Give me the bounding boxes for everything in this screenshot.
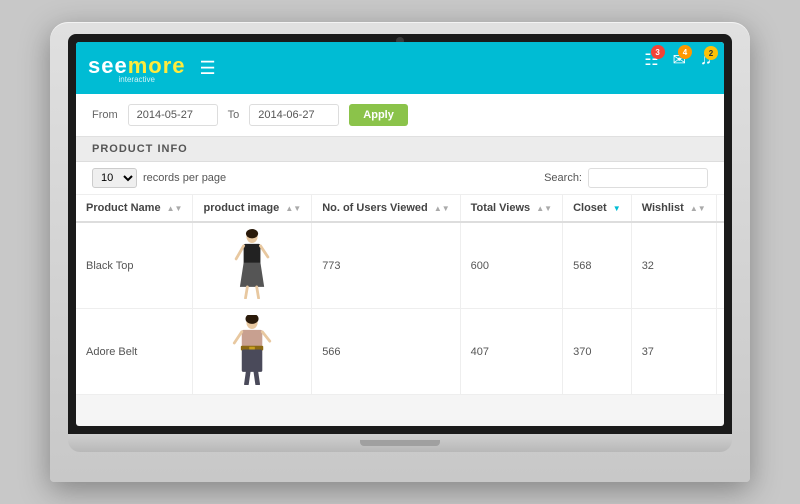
- cell-product-name-0: Black Top: [76, 222, 193, 309]
- product-table: Product Name ▲▼ product image ▲▼ No. of …: [76, 195, 724, 395]
- from-label: From: [92, 109, 118, 121]
- col-users-viewed[interactable]: No. of Users Viewed ▲▼: [312, 195, 460, 222]
- search-wrap: Search:: [544, 168, 708, 188]
- screen: seemore interactive ☰ ☷ 3 ✉ 4: [76, 42, 724, 426]
- table-controls: 10 25 50 records per page Search:: [76, 162, 724, 195]
- laptop-notch: [360, 440, 440, 446]
- col-closet[interactable]: Closet ▼: [563, 195, 632, 222]
- search-input[interactable]: [588, 168, 708, 188]
- cell-wishlist-0: 32: [631, 222, 716, 309]
- cell-product-image-1: [193, 309, 312, 395]
- from-date-input[interactable]: [128, 104, 218, 126]
- cell-share-1: 34: [716, 309, 724, 395]
- bell-badge: 2: [704, 46, 718, 60]
- table-header-row: Product Name ▲▼ product image ▲▼ No. of …: [76, 195, 724, 222]
- sort-icon-image: ▲▼: [285, 204, 301, 213]
- records-per-page-control: 10 25 50 records per page: [92, 168, 226, 188]
- sort-icon-wishlist: ▲▼: [690, 204, 706, 213]
- to-date-input[interactable]: [249, 104, 339, 126]
- sort-icon-closet: ▼: [613, 204, 621, 213]
- cell-closet-0: 568: [563, 222, 632, 309]
- laptop-base: [68, 434, 732, 452]
- hamburger-icon[interactable]: ☰: [200, 58, 216, 79]
- col-total-views[interactable]: Total Views ▲▼: [460, 195, 562, 222]
- apply-button[interactable]: Apply: [349, 104, 408, 126]
- mail-icon-wrap[interactable]: ✉ 4: [673, 50, 686, 70]
- logo-more: more: [128, 53, 186, 78]
- cell-closet-1: 370: [563, 309, 632, 395]
- logo-see: see: [88, 53, 128, 78]
- screen-bezel: seemore interactive ☰ ☷ 3 ✉ 4: [68, 34, 732, 434]
- col-wishlist[interactable]: Wishlist ▲▼: [631, 195, 716, 222]
- cell-users-viewed-1: 566: [312, 309, 460, 395]
- sort-icon-name: ▲▼: [167, 204, 183, 213]
- logo-area: seemore interactive ☰: [88, 53, 216, 84]
- cell-total-views-1: 407: [460, 309, 562, 395]
- mail-badge: 4: [678, 45, 692, 59]
- cell-share-0: 76: [716, 222, 724, 309]
- product-image-adorebelt: [225, 315, 280, 385]
- col-product-name[interactable]: Product Name ▲▼: [76, 195, 193, 222]
- col-share[interactable]: Share: [716, 195, 724, 222]
- bell-icon-wrap[interactable]: ♫ 2: [700, 51, 712, 69]
- records-per-page-select[interactable]: 10 25 50: [92, 168, 137, 188]
- date-filter-bar: From To Apply: [76, 94, 724, 137]
- cell-product-name-1: Adore Belt: [76, 309, 193, 395]
- cell-wishlist-1: 37: [631, 309, 716, 395]
- col-product-image[interactable]: product image ▲▼: [193, 195, 312, 222]
- search-label: Search:: [544, 172, 582, 184]
- cell-users-viewed-0: 773: [312, 222, 460, 309]
- laptop-frame: seemore interactive ☰ ☷ 3 ✉ 4: [50, 22, 750, 482]
- sort-icon-users: ▲▼: [434, 204, 450, 213]
- table-row: Black Top: [76, 222, 724, 309]
- section-title: PRODUCT INFO: [76, 137, 724, 162]
- header-icons: ☷ 3 ✉ 4 ♫ 2: [644, 50, 712, 70]
- menu-icon-wrap[interactable]: ☷ 3: [644, 50, 658, 70]
- menu-badge: 3: [651, 45, 665, 59]
- product-image-blacktop: [225, 229, 280, 299]
- cell-total-views-0: 600: [460, 222, 562, 309]
- to-label: To: [228, 109, 240, 121]
- logo: seemore interactive: [88, 53, 186, 84]
- app-header: seemore interactive ☰ ☷ 3 ✉ 4: [76, 42, 724, 94]
- records-label: records per page: [143, 172, 226, 184]
- table-row: Adore Belt: [76, 309, 724, 395]
- cell-product-image-0: [193, 222, 312, 309]
- sort-icon-views: ▲▼: [536, 204, 552, 213]
